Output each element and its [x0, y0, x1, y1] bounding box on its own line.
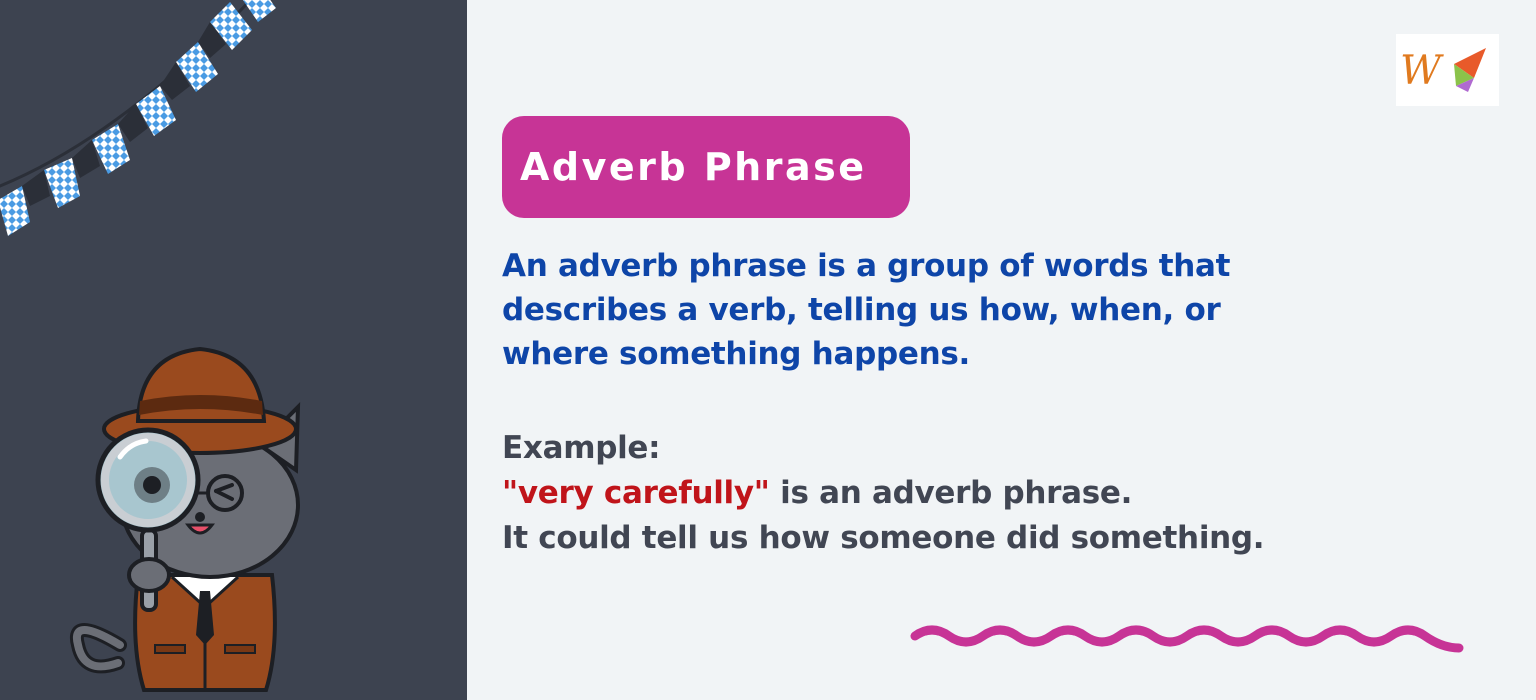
title-badge: Adverb Phrase — [502, 116, 910, 218]
example-highlight: "very carefully" — [502, 475, 770, 511]
bunting-decoration — [0, 0, 276, 236]
example-block: Example: "very carefully" is an adverb p… — [502, 426, 1502, 561]
definition-line-1: An adverb phrase is a group of words tha… — [502, 248, 1231, 284]
detective-cat-illustration — [69, 346, 301, 692]
example-line-1-rest: is an adverb phrase. — [769, 475, 1133, 511]
example-line-2: It could tell us how someone did somethi… — [502, 520, 1265, 556]
svg-text:W: W — [1400, 48, 1444, 94]
example-heading: Example: — [502, 430, 661, 466]
definition-line-2: describes a verb, telling us how, when, … — [502, 292, 1221, 328]
page-title: Adverb Phrase — [520, 145, 867, 189]
example-line-1: "very carefully" is an adverb phrase. — [502, 471, 1502, 516]
left-panel — [0, 0, 467, 700]
squiggle-decoration — [910, 625, 1464, 653]
logo-icon: W — [1396, 34, 1499, 106]
definition-text: An adverb phrase is a group of words tha… — [502, 244, 1402, 376]
definition-line-3: where something happens. — [502, 336, 970, 372]
